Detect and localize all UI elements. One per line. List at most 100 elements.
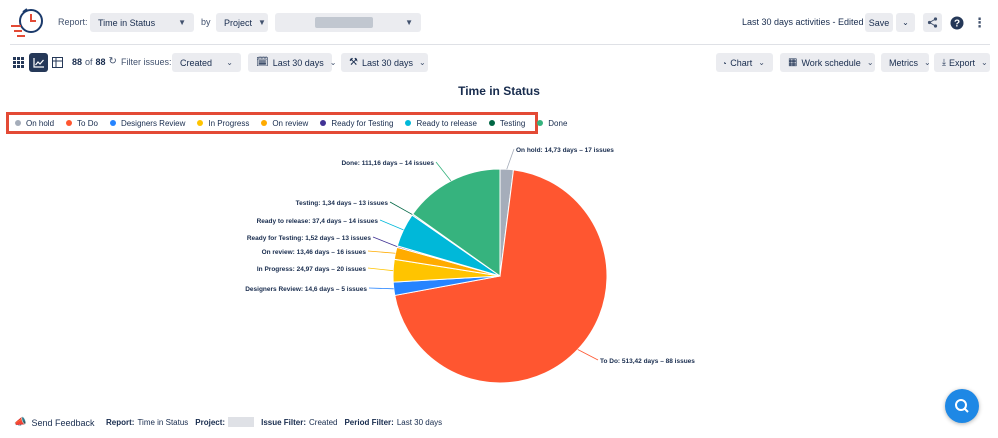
megaphone-icon: 📣 — [14, 417, 27, 428]
export-button[interactable]: ⤓ Export ⌄ — [934, 53, 990, 72]
legend-item[interactable]: Testing — [488, 118, 526, 128]
period-filter-value: Last 30 days — [361, 57, 414, 68]
more-menu-button[interactable]: ⋮ — [970, 13, 989, 32]
slice-data-label: Done: 111,16 days – 14 issues — [341, 160, 434, 167]
share-icon — [927, 17, 938, 28]
slice-data-label: Ready to release: 37,4 days – 14 issues — [257, 218, 379, 225]
filter-issues-select[interactable]: Created ⌄ — [172, 53, 241, 72]
slice-leader-line — [367, 250, 396, 254]
chevron-down-icon: ⌄ — [981, 58, 988, 67]
pie-chart-icon — [724, 61, 727, 64]
pivot-table-icon — [52, 57, 63, 68]
chart-view-button[interactable] — [29, 53, 48, 72]
more-vertical-icon: ⋮ — [973, 15, 986, 30]
slice-data-label: Testing: 1,34 days – 13 issues — [296, 200, 389, 207]
legend-swatch — [261, 120, 268, 126]
legend-swatch — [488, 120, 495, 126]
header-divider — [10, 44, 990, 45]
legend-item[interactable]: On hold — [15, 119, 54, 128]
filter-issues-label: Filter issues: — [121, 57, 172, 67]
send-feedback-link[interactable]: 📣 Send Feedback — [14, 417, 95, 428]
slice-leader-line — [506, 148, 515, 170]
slice-data-label: Ready for Testing: 1,52 days – 13 issues — [247, 235, 372, 242]
slice-leader-line — [435, 161, 452, 182]
footer-period-key: Period Filter: — [344, 417, 394, 427]
legend-label: On hold — [26, 118, 55, 128]
slice-data-label: On review: 13,46 days – 16 issues — [262, 249, 367, 256]
legend-item[interactable]: To Do — [66, 119, 98, 128]
filter-issues-value: Created — [180, 57, 213, 68]
filter-tool-icon: ⚒ — [349, 57, 358, 68]
footer-project-value — [228, 417, 255, 427]
footer-summary: Report: Time in Status Project: Issue Fi… — [106, 417, 442, 427]
legend-swatch — [320, 120, 327, 126]
issue-count-total: 88 — [95, 56, 106, 67]
pie-chart: On hold: 14,73 days – 17 issues To Do: 51… — [245, 147, 695, 384]
legend-item[interactable]: In Progress — [197, 119, 249, 128]
legend-swatch — [405, 120, 412, 126]
legend-item[interactable]: Ready for Testing — [320, 119, 393, 128]
by-select[interactable]: Project ▼ — [216, 13, 268, 32]
legend-swatch — [537, 120, 544, 126]
search-chat-icon — [955, 399, 969, 413]
chevron-down-icon: ⌄ — [419, 58, 426, 67]
slice-data-label: On hold: 14,73 days – 17 issues — [516, 147, 614, 154]
work-schedule-button[interactable]: ▦ Work schedule ⌄ — [780, 53, 875, 72]
report-status-text: Last 30 days activities - Edited — [742, 17, 864, 27]
chevron-down-icon: ⌄ — [866, 58, 874, 67]
legend-swatch — [197, 120, 204, 126]
help-icon: ? — [950, 16, 963, 29]
legend-label: To Do — [77, 118, 98, 128]
report-select[interactable]: Time in Status ▼ — [90, 13, 194, 32]
chart-legend: On hold To Do Designers Review In Progress O… — [6, 112, 567, 134]
app-logo — [9, 6, 47, 40]
footer-report-key: Report: — [106, 417, 135, 427]
chevron-down-icon: ▼ — [405, 18, 413, 27]
legend-label: Ready to release — [416, 118, 477, 128]
slice-leader-line — [577, 349, 599, 361]
slice-leader-line — [389, 201, 413, 215]
save-button[interactable]: Save — [865, 13, 893, 32]
legend-item[interactable]: Ready to release — [405, 118, 477, 128]
legend-item[interactable]: Done — [537, 119, 567, 128]
project-select[interactable]: ▼ — [275, 13, 421, 32]
help-button[interactable]: ? — [947, 13, 966, 32]
report-label: Report: — [58, 17, 88, 27]
legend-label: Done — [548, 118, 568, 128]
legend-item[interactable]: On review — [261, 119, 308, 128]
chat-search-button[interactable] — [945, 389, 979, 423]
legend-label: Testing — [499, 118, 526, 128]
svg-text:?: ? — [953, 18, 959, 29]
line-chart-icon — [32, 58, 44, 68]
send-feedback-label: Send Feedback — [31, 417, 95, 428]
legend-swatch — [15, 120, 21, 126]
date-range-value: Last 30 days — [272, 57, 324, 68]
chevron-down-icon: ⌄ — [924, 58, 931, 67]
by-label: by — [201, 17, 211, 27]
slice-leader-line — [372, 236, 398, 247]
date-range-select[interactable]: 🗓 Last 30 days ⌄ — [248, 53, 336, 72]
chevron-down-icon: ▼ — [178, 18, 186, 27]
chevron-down-icon: ⌄ — [329, 58, 337, 67]
pivot-view-button[interactable] — [48, 53, 67, 72]
report-select-value: Time in Status — [98, 17, 156, 28]
slice-leader-line — [368, 287, 394, 290]
legend-item[interactable]: Designers Review — [109, 119, 185, 128]
chevron-down-icon: ⌄ — [902, 18, 909, 27]
chart-type-label: Chart — [730, 57, 753, 68]
metrics-button[interactable]: Metrics ⌄ — [881, 53, 931, 72]
save-options-button[interactable]: ⌄ — [896, 13, 915, 32]
calendar-icon: ▦ — [788, 57, 798, 68]
chart-type-button[interactable]: Chart ⌄ — [716, 53, 773, 72]
download-icon: ⤓ — [942, 57, 946, 67]
period-filter-select[interactable]: ⚒ Last 30 days ⌄ — [341, 53, 428, 72]
share-button[interactable] — [923, 13, 942, 32]
by-select-value: Project — [224, 17, 253, 28]
issue-count: 88 of 88 ↻ — [72, 56, 117, 67]
grid-view-button[interactable] — [9, 53, 28, 72]
slice-data-label: Designers Review: 14,6 days – 5 issues — [245, 286, 367, 293]
refresh-icon[interactable]: ↻ — [109, 56, 117, 67]
issue-count-current: 88 — [72, 56, 83, 67]
footer-issue-filter-key: Issue Filter: — [261, 417, 306, 427]
footer-report-value: Time in Status — [137, 417, 189, 427]
